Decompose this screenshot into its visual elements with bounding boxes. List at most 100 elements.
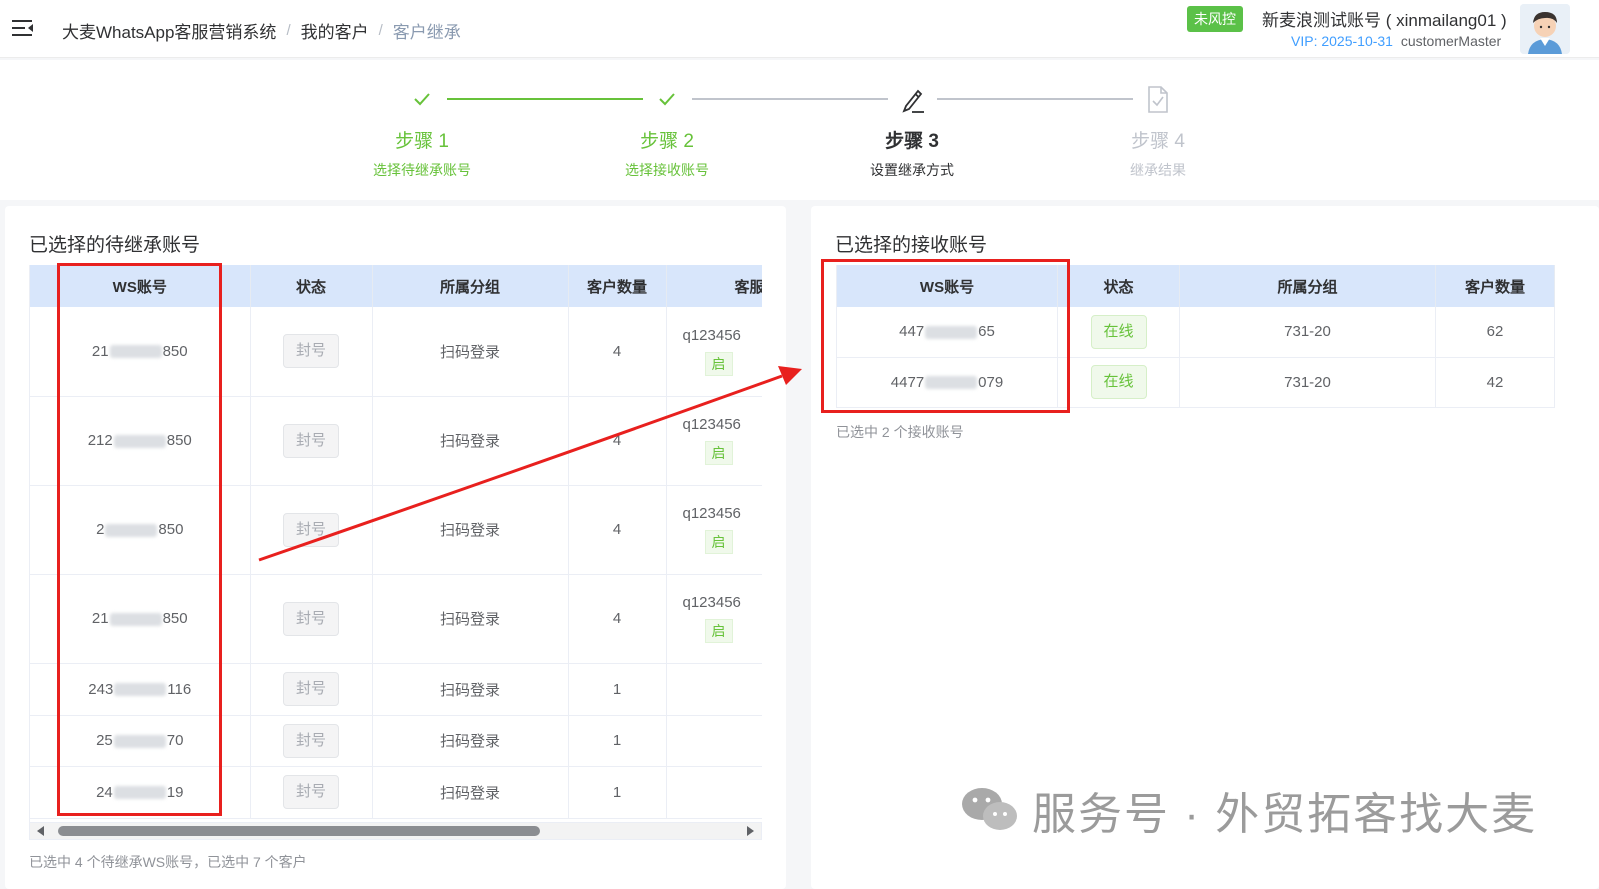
ws-account-cell: 21 850 bbox=[30, 574, 251, 664]
customer-count-cell: 42 bbox=[1435, 357, 1555, 408]
customer-count-cell: 4 bbox=[568, 574, 667, 664]
ws-account-suffix: 70 bbox=[166, 732, 184, 749]
account-name: 新麦浪测试账号 ( xinmailang01 ) bbox=[1262, 11, 1507, 30]
table-row[interactable]: 447 65 在线 731-20 62 bbox=[836, 307, 1555, 358]
scrollbar-thumb[interactable] bbox=[58, 826, 540, 836]
group-cell: 731-20 bbox=[1179, 307, 1436, 358]
column-header: 客服 bbox=[666, 265, 762, 307]
cs-id: q123456 bbox=[682, 594, 741, 611]
top-header: 大麦WhatsApp客服营销系统 / 我的客户 / 客户继承 未风控 新麦浪测试… bbox=[0, 0, 1599, 58]
customer-count-cell: 4 bbox=[568, 307, 667, 397]
status-tag: 封号 bbox=[283, 423, 339, 458]
ws-account-prefix: 212 bbox=[87, 432, 113, 449]
ws-account-prefix: 21 bbox=[91, 610, 109, 627]
status-cell: 封号 bbox=[250, 715, 373, 767]
table-row[interactable]: 21 850 封号 扫码登录 4 q123456 启 bbox=[30, 574, 762, 664]
ws-account-prefix: 243 bbox=[88, 680, 114, 698]
receiving-accounts-table-wrap: WS账号 状态 所属分组 客户数量 447 65 在线 731-20 62 447… bbox=[836, 265, 1555, 408]
ws-account-suffix: 850 bbox=[158, 521, 184, 538]
ws-account-suffix: 19 bbox=[166, 783, 184, 801]
cs-status-tag: 启 bbox=[704, 530, 733, 554]
breadcrumb: 大麦WhatsApp客服营销系统 / 我的客户 / 客户继承 bbox=[62, 18, 461, 43]
status-cell: 封号 bbox=[250, 574, 373, 664]
masked-digits bbox=[925, 376, 978, 390]
ws-account-cell: 25 70 bbox=[30, 715, 251, 767]
ws-account-prefix: 2 bbox=[96, 521, 105, 538]
customer-service-cell: q123456 启 bbox=[666, 574, 762, 664]
cs-id: q123456 bbox=[682, 505, 741, 522]
ws-account-suffix: 850 bbox=[162, 610, 188, 627]
customer-service-cell bbox=[666, 715, 762, 767]
ws-account-cell: 2 850 bbox=[30, 485, 251, 575]
table-row[interactable]: 25 70 封号 扫码登录 1 bbox=[30, 715, 762, 767]
step-title: 步骤 3 bbox=[885, 131, 939, 152]
status-cell: 封号 bbox=[250, 396, 373, 486]
scroll-right-arrow-icon[interactable] bbox=[747, 826, 754, 836]
step-description: 继承结果 bbox=[1130, 162, 1186, 178]
group-cell: 扫码登录 bbox=[372, 307, 569, 397]
customer-count-cell: 1 bbox=[568, 715, 667, 767]
receiving-selection-summary: 已选中 2 个接收账号 bbox=[836, 424, 964, 440]
ws-account-prefix: 21 bbox=[91, 342, 109, 360]
vip-info: VIP: 2025-10-31 customerMaster bbox=[1291, 33, 1501, 49]
column-header: WS账号 bbox=[30, 265, 251, 307]
avatar[interactable] bbox=[1520, 4, 1570, 54]
wechat-icon bbox=[962, 788, 1017, 830]
ws-account-suffix: 850 bbox=[162, 342, 188, 360]
source-accounts-table-wrap[interactable]: WS账号 状态 所属分组 客户数量 客服 21 850 封号 扫码登录 4 q12… bbox=[29, 265, 762, 822]
status-tag: 封号 bbox=[283, 672, 339, 706]
status-cell: 在线 bbox=[1057, 307, 1180, 358]
horizontal-scrollbar[interactable] bbox=[29, 822, 762, 840]
ws-account-prefix: 25 bbox=[96, 732, 113, 749]
masked-digits bbox=[925, 325, 978, 339]
cs-id: q123456 bbox=[682, 416, 741, 433]
column-header: 所属分组 bbox=[1179, 265, 1436, 307]
menu-fold-icon[interactable] bbox=[12, 19, 34, 37]
table-row[interactable]: 2 850 封号 扫码登录 4 q123456 启 bbox=[30, 485, 762, 575]
source-accounts-panel: 已选择的待继承账号 WS账号 状态 所属分组 客户数量 客服 21 850 封号 … bbox=[5, 206, 786, 889]
customer-service-cell: q123456 启 bbox=[666, 307, 762, 397]
status-cell: 封号 bbox=[250, 485, 373, 575]
masked-digits bbox=[105, 523, 158, 537]
group-cell: 扫码登录 bbox=[372, 485, 569, 575]
table-row[interactable]: 24 19 封号 扫码登录 1 bbox=[30, 766, 762, 819]
step-title: 步骤 4 bbox=[1131, 131, 1185, 152]
breadcrumb-my-customers[interactable]: 我的客户 bbox=[301, 18, 369, 43]
breadcrumb-home[interactable]: 大麦WhatsApp客服营销系统 bbox=[62, 18, 276, 43]
status-cell: 封号 bbox=[250, 766, 373, 819]
customer-service-cell: q123456 启 bbox=[666, 485, 762, 575]
ws-account-prefix: 447 bbox=[899, 323, 925, 341]
masked-digits bbox=[109, 345, 162, 359]
ws-account-cell: 212 850 bbox=[30, 396, 251, 486]
customer-service-cell: q123456 启 bbox=[666, 396, 762, 486]
panel-title: 已选择的待继承账号 bbox=[29, 235, 201, 256]
table-row[interactable]: 243 116 封号 扫码登录 1 bbox=[30, 663, 762, 716]
ws-account-prefix: 4477 bbox=[890, 373, 925, 391]
step-title: 步骤 1 bbox=[395, 131, 449, 152]
customer-count-cell: 62 bbox=[1435, 307, 1555, 358]
edit-pen-icon bbox=[902, 89, 924, 113]
column-header: 客户数量 bbox=[1435, 265, 1555, 307]
ws-account-cell: 24 19 bbox=[30, 766, 251, 819]
scroll-left-arrow-icon[interactable] bbox=[37, 826, 44, 836]
risk-status-badge: 未风控 bbox=[1187, 6, 1243, 32]
masked-digits bbox=[109, 612, 162, 626]
status-tag: 在线 bbox=[1090, 314, 1147, 349]
steps-indicator: 步骤 1 选择待继承账号 步骤 2 选择接收账号 步骤 3 设置继承方式 步骤 … bbox=[0, 60, 1599, 200]
ws-account-cell: 447 65 bbox=[836, 307, 1058, 358]
breadcrumb-separator: / bbox=[378, 22, 383, 39]
vip-expiry: VIP: 2025-10-31 bbox=[1291, 33, 1393, 49]
table-row[interactable]: 212 850 封号 扫码登录 4 q123456 启 bbox=[30, 396, 762, 486]
masked-digits bbox=[113, 434, 166, 448]
panel-title: 已选择的接收账号 bbox=[835, 235, 988, 256]
status-tag: 封号 bbox=[283, 601, 339, 636]
group-cell: 731-20 bbox=[1179, 357, 1436, 408]
table-row[interactable]: 4477 079 在线 731-20 42 bbox=[836, 357, 1555, 408]
column-header: 状态 bbox=[1057, 265, 1180, 307]
table-row[interactable]: 21 850 封号 扫码登录 4 q123456 启 bbox=[30, 307, 762, 397]
breadcrumb-current: 客户继承 bbox=[392, 23, 461, 42]
customer-count-cell: 4 bbox=[568, 485, 667, 575]
step-description: 设置继承方式 bbox=[870, 162, 954, 178]
step-description: 选择接收账号 bbox=[625, 162, 709, 178]
ws-account-suffix: 65 bbox=[978, 323, 995, 341]
